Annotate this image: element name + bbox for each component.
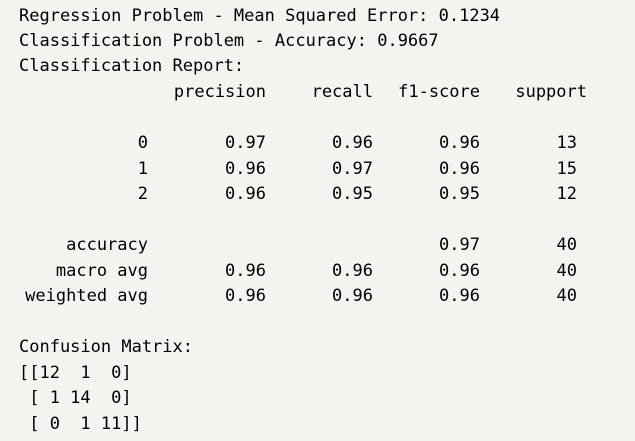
confusion-matrix-row: [ 0 1 11]]	[19, 414, 142, 434]
report-cell-precision: 0.96	[225, 184, 266, 204]
report-row-label: 0	[137, 133, 148, 153]
report-cell-support: 40	[556, 261, 577, 281]
confusion-matrix-row: [[12 1 0]	[19, 363, 132, 383]
report-cell-support: 12	[556, 184, 577, 204]
report-cell-support: 15	[556, 159, 577, 179]
report-row-label: 1	[137, 159, 148, 179]
confusion-matrix-row: [ 1 14 0]	[19, 388, 132, 408]
report-cell-f1-score: 0.95	[439, 184, 480, 204]
report-cell-precision: 0.96	[225, 286, 266, 306]
classification-report-title: Classification Report:	[19, 56, 245, 76]
report-row-label: 2	[137, 184, 148, 204]
classification-accuracy-line: Classification Problem - Accuracy: 0.966…	[19, 31, 439, 51]
confusion-matrix-title: Confusion Matrix:	[19, 337, 193, 357]
report-cell-recall: 0.96	[332, 286, 373, 306]
report-header-f1-score: f1-score	[398, 82, 480, 102]
regression-mse-line: Regression Problem - Mean Squared Error:…	[19, 6, 501, 26]
report-cell-recall: 0.95	[332, 184, 373, 204]
report-cell-f1-score: 0.96	[439, 261, 480, 281]
report-cell-precision: 0.96	[225, 261, 266, 281]
report-cell-recall: 0.96	[332, 133, 373, 153]
report-cell-f1-score: 0.96	[439, 133, 480, 153]
report-header-precision: precision	[173, 82, 266, 102]
report-cell-recall: 0.96	[332, 261, 373, 281]
report-cell-f1-score: 0.97	[439, 235, 480, 255]
report-summary-label: macro avg	[55, 261, 148, 281]
report-cell-precision: 0.97	[225, 133, 266, 153]
report-cell-support: 13	[556, 133, 577, 153]
console-output[interactable]: Regression Problem - Mean Squared Error:…	[0, 0, 635, 441]
report-cell-f1-score: 0.96	[439, 286, 480, 306]
report-summary-label: weighted avg	[25, 286, 148, 306]
report-summary-label: accuracy	[66, 235, 148, 255]
report-cell-support: 40	[556, 235, 577, 255]
report-header-support: support	[515, 82, 587, 102]
report-cell-support: 40	[556, 286, 577, 306]
report-cell-precision: 0.96	[225, 159, 266, 179]
report-cell-recall: 0.97	[332, 159, 373, 179]
report-cell-f1-score: 0.96	[439, 159, 480, 179]
report-header-recall: recall	[311, 82, 373, 102]
